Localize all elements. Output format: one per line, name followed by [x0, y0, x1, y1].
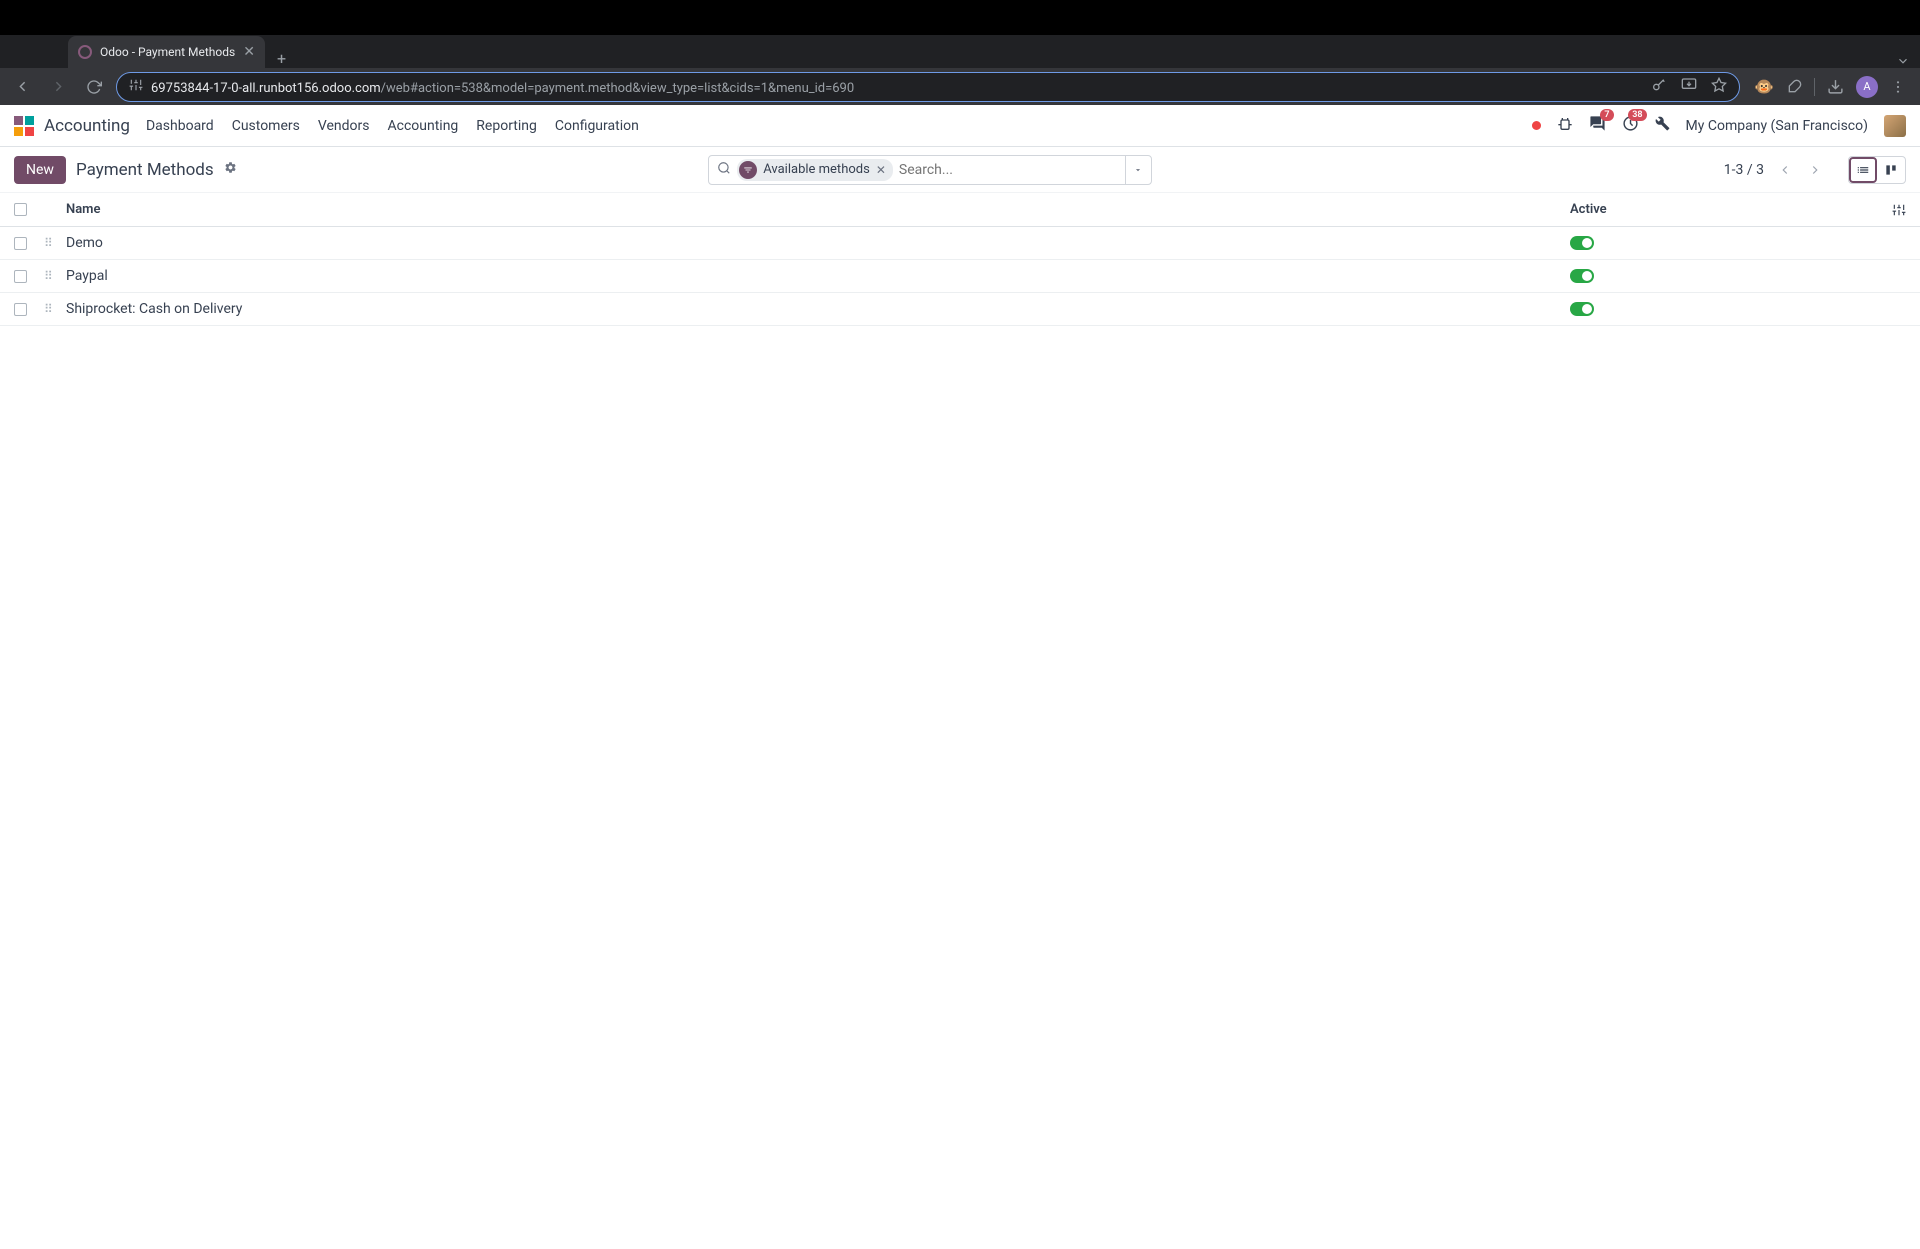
- url-path: /web#action=538&model=payment.method&vie…: [381, 81, 854, 96]
- activity-badge: 38: [1628, 109, 1646, 121]
- user-avatar[interactable]: [1884, 115, 1906, 137]
- view-switcher: [1848, 156, 1906, 184]
- menu-customers[interactable]: Customers: [232, 118, 300, 134]
- active-toggle[interactable]: [1570, 302, 1594, 316]
- menu-reporting[interactable]: Reporting: [476, 118, 537, 134]
- tab-title: Odoo - Payment Methods: [100, 45, 235, 59]
- app-container: Accounting Dashboard Customers Vendors A…: [0, 105, 1920, 1249]
- new-tab-button[interactable]: +: [265, 49, 298, 68]
- tab-close-icon[interactable]: ✕: [243, 44, 255, 60]
- browser-tab[interactable]: Odoo - Payment Methods ✕: [68, 36, 265, 68]
- url-host: 69753844-17-0-all.runbot156.odoo.com: [151, 81, 381, 96]
- bookmark-star-icon[interactable]: [1711, 77, 1727, 97]
- odoo-logo-icon[interactable]: [14, 116, 34, 136]
- url-text: 69753844-17-0-all.runbot156.odoo.com/web…: [151, 77, 854, 96]
- control-panel: New Payment Methods Available methods ✕ …: [0, 147, 1920, 193]
- row-checkbox[interactable]: [14, 270, 27, 283]
- pager-text[interactable]: 1-3 / 3: [1720, 162, 1768, 178]
- row-checkbox[interactable]: [14, 237, 27, 250]
- back-button[interactable]: [8, 73, 36, 101]
- list-view-button[interactable]: [1849, 157, 1877, 183]
- optional-columns-icon[interactable]: [1880, 203, 1906, 217]
- table-header: Name Active: [0, 193, 1920, 227]
- row-name: Demo: [66, 235, 1570, 251]
- table-row[interactable]: ⠿ Shiprocket: Cash on Delivery: [0, 293, 1920, 326]
- filter-icon: [739, 161, 757, 179]
- debug-icon[interactable]: [1557, 116, 1573, 136]
- drag-handle-icon[interactable]: ⠿: [44, 302, 53, 316]
- pager-next-button[interactable]: [1802, 157, 1828, 183]
- filter-chip-close-icon[interactable]: ✕: [876, 163, 886, 177]
- browser-top-spacer: [0, 0, 1920, 35]
- browser-menu-icon[interactable]: [1890, 79, 1906, 95]
- header-right: 7 38 My Company (San Francisco): [1532, 115, 1906, 137]
- filter-chip: Available methods ✕: [737, 159, 893, 181]
- browser-toolbar-right: 🐵 A: [1748, 76, 1912, 98]
- search-box[interactable]: Available methods ✕: [708, 155, 1152, 185]
- app-header: Accounting Dashboard Customers Vendors A…: [0, 105, 1920, 147]
- messaging-icon[interactable]: 7: [1589, 115, 1606, 136]
- search-options-toggle[interactable]: [1125, 156, 1149, 184]
- profile-letter: A: [1863, 80, 1870, 93]
- gear-icon[interactable]: [224, 161, 237, 178]
- forward-button[interactable]: [44, 73, 72, 101]
- menu-vendors[interactable]: Vendors: [318, 118, 370, 134]
- site-settings-icon[interactable]: [129, 78, 143, 96]
- record-indicator-icon[interactable]: [1532, 121, 1541, 130]
- search-icon: [717, 160, 731, 179]
- pager-prev-button[interactable]: [1772, 157, 1798, 183]
- drag-handle-icon[interactable]: ⠿: [44, 269, 53, 283]
- table-row[interactable]: ⠿ Demo: [0, 227, 1920, 260]
- search-input[interactable]: [899, 162, 1119, 178]
- browser-toolbar: 69753844-17-0-all.runbot156.odoo.com/web…: [0, 68, 1920, 105]
- row-name: Shiprocket: Cash on Delivery: [66, 301, 1570, 317]
- kanban-view-button[interactable]: [1877, 157, 1905, 183]
- row-checkbox[interactable]: [14, 303, 27, 316]
- column-name-header[interactable]: Name: [66, 202, 1570, 217]
- pager: 1-3 / 3: [1720, 157, 1828, 183]
- new-button[interactable]: New: [14, 156, 66, 184]
- drag-handle-icon[interactable]: ⠿: [44, 236, 53, 250]
- column-active-header[interactable]: Active: [1570, 202, 1880, 217]
- tab-favicon-icon: [78, 45, 92, 59]
- browser-tab-bar: Odoo - Payment Methods ✕ +: [0, 35, 1920, 68]
- list-table: Name Active ⠿ Demo ⠿ Paypal ⠿ Shiprocket…: [0, 193, 1920, 326]
- row-name: Paypal: [66, 268, 1570, 284]
- password-key-icon[interactable]: [1651, 77, 1667, 97]
- breadcrumb-title: Payment Methods: [76, 160, 214, 180]
- menu-accounting[interactable]: Accounting: [387, 118, 458, 134]
- app-name[interactable]: Accounting: [44, 116, 130, 136]
- extension-icon-1[interactable]: 🐵: [1754, 77, 1774, 96]
- table-row[interactable]: ⠿ Paypal: [0, 260, 1920, 293]
- menu-dashboard[interactable]: Dashboard: [146, 118, 214, 134]
- active-toggle[interactable]: [1570, 236, 1594, 250]
- downloads-icon[interactable]: [1827, 78, 1844, 95]
- activity-icon[interactable]: 38: [1622, 115, 1639, 136]
- active-toggle[interactable]: [1570, 269, 1594, 283]
- messaging-badge: 7: [1600, 109, 1613, 121]
- menu-configuration[interactable]: Configuration: [555, 118, 639, 134]
- company-selector[interactable]: My Company (San Francisco): [1686, 118, 1868, 134]
- tab-dropdown-button[interactable]: [1896, 54, 1920, 68]
- address-bar[interactable]: 69753844-17-0-all.runbot156.odoo.com/web…: [116, 72, 1740, 102]
- reload-button[interactable]: [80, 73, 108, 101]
- filter-chip-label: Available methods: [763, 162, 870, 177]
- install-app-icon[interactable]: [1681, 77, 1697, 97]
- tools-icon[interactable]: [1655, 116, 1670, 135]
- app-menu: Dashboard Customers Vendors Accounting R…: [146, 118, 639, 134]
- select-all-checkbox[interactable]: [14, 203, 27, 216]
- extensions-icon[interactable]: [1786, 79, 1802, 95]
- profile-avatar[interactable]: A: [1856, 76, 1878, 98]
- toolbar-separator: [1814, 78, 1815, 96]
